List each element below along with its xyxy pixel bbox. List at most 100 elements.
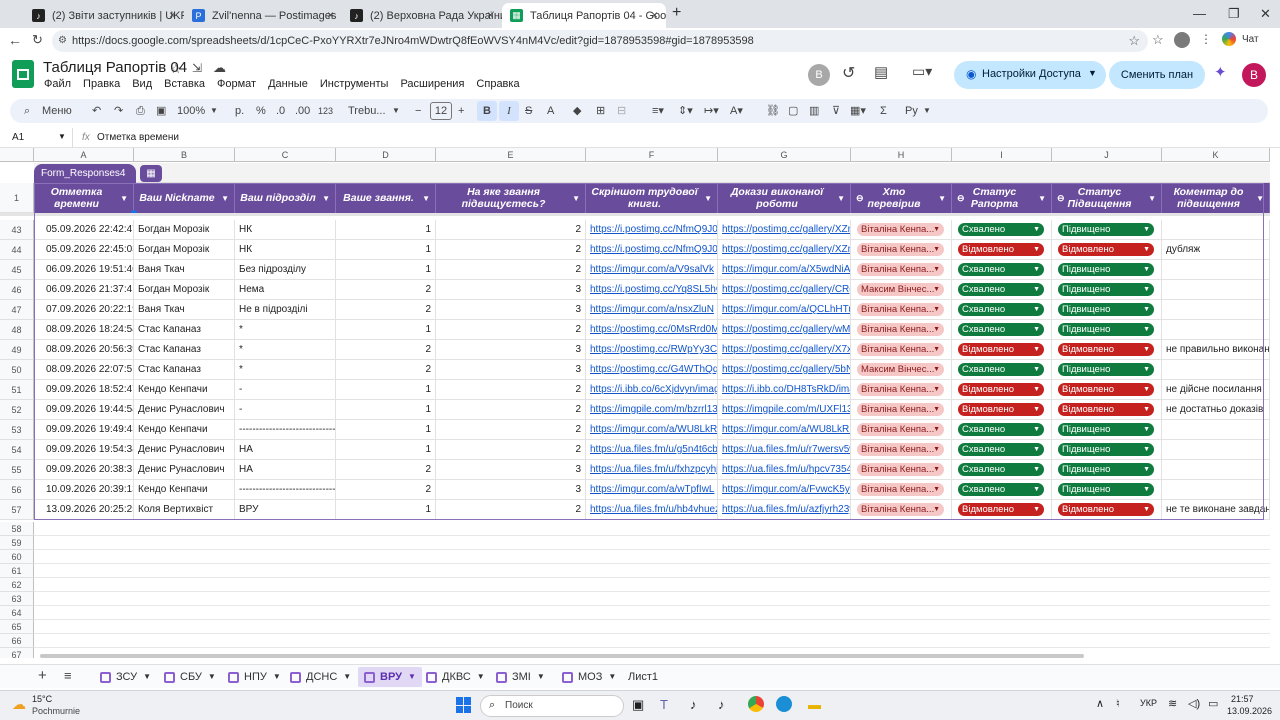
cell-pr[interactable]: Підвищено ▼ xyxy=(1052,480,1162,500)
cell-chk[interactable]: Віталіна Кенпа... ▼ xyxy=(851,400,952,420)
sheets-logo-icon[interactable] xyxy=(12,60,34,88)
edge-icon[interactable] xyxy=(776,696,792,712)
cell-unit[interactable]: ----------------------------------------… xyxy=(235,480,336,500)
sheet-tab-4[interactable]: ВРУ ▼ xyxy=(358,667,422,687)
bookmarks-icon[interactable]: ☆ xyxy=(1152,32,1164,48)
close-icon[interactable]: × xyxy=(169,8,176,22)
chevron-down-icon[interactable]: ▼ xyxy=(1143,223,1150,236)
cell-chk[interactable]: Віталіна Кенпа... ▼ xyxy=(851,420,952,440)
cell-to[interactable]: 3 xyxy=(436,340,586,360)
cell-st[interactable]: Схвалено ▼ xyxy=(952,280,1052,300)
cell-rank[interactable]: 1 xyxy=(336,440,436,460)
menu-dots-icon[interactable]: ⋮ xyxy=(1200,32,1212,46)
cell-comment[interactable] xyxy=(1162,260,1270,280)
chevron-down-icon[interactable]: ▼ xyxy=(1033,483,1040,496)
chevron-down-icon[interactable]: ▼ xyxy=(1143,463,1150,476)
column-header-j[interactable]: J xyxy=(1052,148,1162,162)
collaborator-avatar[interactable]: В xyxy=(808,64,830,86)
cell-unit[interactable]: * xyxy=(235,320,336,340)
cell-chk[interactable]: Віталіна Кенпа... ▼ xyxy=(851,340,952,360)
cloud-status-icon[interactable]: ☁ xyxy=(213,60,226,76)
status-chip[interactable]: Схвалено ▼ xyxy=(958,283,1044,296)
cell-proof[interactable]: https://postimg.cc/gallery/wMm xyxy=(718,320,851,340)
filter-chevron-icon[interactable]: ▼ xyxy=(704,193,712,205)
column-header-cell[interactable]: Ваш Nickname ▼ xyxy=(134,183,235,213)
vertical-align-icon[interactable]: ⇕▾ xyxy=(678,103,693,119)
star-icon[interactable]: ☆ xyxy=(170,61,182,77)
cell-proof[interactable]: https://i.ibb.co/DH8TsRkD/imag xyxy=(718,380,851,400)
status-chip[interactable]: Схвалено ▼ xyxy=(958,323,1044,336)
column-header-cell[interactable]: Ваше звання. ▼ xyxy=(336,183,436,213)
print-icon[interactable]: ⎙ xyxy=(136,103,145,119)
sheet-tab-8[interactable]: Лист1 xyxy=(622,667,664,687)
status-chip[interactable]: Віталіна Кенпа... ▼ xyxy=(857,223,944,236)
cell-st[interactable]: Відмовлено ▼ xyxy=(952,340,1052,360)
cell-pr[interactable]: Підвищено ▼ xyxy=(1052,220,1162,240)
cell-proof[interactable]: https://ua.files.fm/u/hpcv7354h xyxy=(718,460,851,480)
status-chip[interactable]: Віталіна Кенпа... ▼ xyxy=(857,443,944,456)
status-chip[interactable]: Підвищено ▼ xyxy=(1058,223,1154,236)
cell-comment[interactable] xyxy=(1162,360,1270,380)
sheet-tab-3[interactable]: ДСНС ▼ xyxy=(284,667,357,687)
cell-comment[interactable]: не достатньо доказів xyxy=(1162,400,1270,420)
cell-ts[interactable]: 08.09.2026 22:07:51 xyxy=(34,360,134,380)
cell-to[interactable]: 2 xyxy=(436,320,586,340)
filter-chevron-icon[interactable]: ▼ xyxy=(1038,193,1046,205)
status-chip[interactable]: Відмовлено ▼ xyxy=(1058,243,1154,256)
row-number[interactable]: 67 xyxy=(0,648,34,658)
horizontal-scrollbar[interactable] xyxy=(40,654,1084,658)
chevron-down-icon[interactable]: ▼ xyxy=(933,283,940,296)
cell-to[interactable]: 2 xyxy=(436,240,586,260)
cell-shot[interactable]: https://postimg.cc/0MsRrd0M xyxy=(586,320,718,340)
filter-views-icon[interactable]: ▦▾ xyxy=(850,103,866,119)
row-number[interactable]: 61 xyxy=(0,564,34,578)
cell-chk[interactable]: Віталіна Кенпа... ▼ xyxy=(851,320,952,340)
cell-rank[interactable]: 2 xyxy=(336,340,436,360)
cell-chk[interactable]: Віталіна Кенпа... ▼ xyxy=(851,260,952,280)
cell-st[interactable]: Відмовлено ▼ xyxy=(952,400,1052,420)
empty-row[interactable] xyxy=(34,620,1270,634)
status-chip[interactable]: Віталіна Кенпа... ▼ xyxy=(857,483,944,496)
file-explorer-icon[interactable]: ▬ xyxy=(808,697,821,712)
cell-chk[interactable]: Віталіна Кенпа... ▼ xyxy=(851,220,952,240)
status-chip[interactable]: Віталіна Кенпа... ▼ xyxy=(857,343,944,356)
column-header-g[interactable]: G xyxy=(718,148,851,162)
row-number[interactable]: 66 xyxy=(0,634,34,648)
chevron-down-icon[interactable]: ▼ xyxy=(923,103,931,119)
row-number[interactable]: 43 xyxy=(0,220,34,240)
status-chip[interactable]: Віталіна Кенпа... ▼ xyxy=(857,383,944,396)
chevron-down-icon[interactable]: ▼ xyxy=(1033,403,1040,416)
cell-unit[interactable]: * xyxy=(235,340,336,360)
filter-chevron-icon[interactable]: ▼ xyxy=(837,193,845,205)
row-number[interactable]: 53 xyxy=(0,420,34,440)
cell-nick[interactable]: Денис Рунаслович xyxy=(134,400,235,420)
url-bar[interactable]: ⚙ https://docs.google.com/spreadsheets/d… xyxy=(52,30,1148,52)
cell-ts[interactable]: 07.09.2026 20:22:19 xyxy=(34,300,134,320)
status-chip[interactable]: Відмовлено ▼ xyxy=(958,383,1044,396)
chevron-down-icon[interactable]: ▼ xyxy=(1143,443,1150,456)
cell-to[interactable]: 2 xyxy=(436,260,586,280)
link-icon[interactable]: ⛓ xyxy=(766,103,780,119)
cell-unit[interactable]: ВРУ xyxy=(235,500,336,520)
strikethrough-button[interactable]: S xyxy=(525,103,532,119)
new-tab-icon[interactable]: + xyxy=(672,4,681,22)
cell-comment[interactable]: не дійсне посилання xyxy=(1162,380,1270,400)
comments-icon[interactable]: ▤ xyxy=(874,63,888,81)
column-header-cell[interactable]: На яке звання підвищуєтесь? ▼ xyxy=(436,183,586,213)
cell-comment[interactable] xyxy=(1162,480,1270,500)
chevron-down-icon[interactable]: ▼ xyxy=(933,303,940,316)
text-color-button[interactable]: A xyxy=(547,103,554,119)
cell-pr[interactable]: Відмовлено ▼ xyxy=(1052,340,1162,360)
menu-data[interactable]: Данные xyxy=(268,78,308,90)
status-chip[interactable]: Підвищено ▼ xyxy=(1058,283,1154,296)
cell-chk[interactable]: Віталіна Кенпа... ▼ xyxy=(851,500,952,520)
empty-row[interactable] xyxy=(34,634,1270,648)
chevron-down-icon[interactable]: ▼ xyxy=(1033,443,1040,456)
chevron-down-icon[interactable]: ▼ xyxy=(1033,343,1040,356)
cell-rank[interactable]: 2 xyxy=(336,280,436,300)
cell-ts[interactable]: 09.09.2026 19:54:34 xyxy=(34,440,134,460)
sheet-tab-5[interactable]: ДКВС ▼ xyxy=(420,667,491,687)
formula-input[interactable]: Отметка времени xyxy=(97,132,179,143)
row-number[interactable]: 47 xyxy=(0,300,34,320)
cell-unit[interactable]: Не в підрозділі xyxy=(235,300,336,320)
